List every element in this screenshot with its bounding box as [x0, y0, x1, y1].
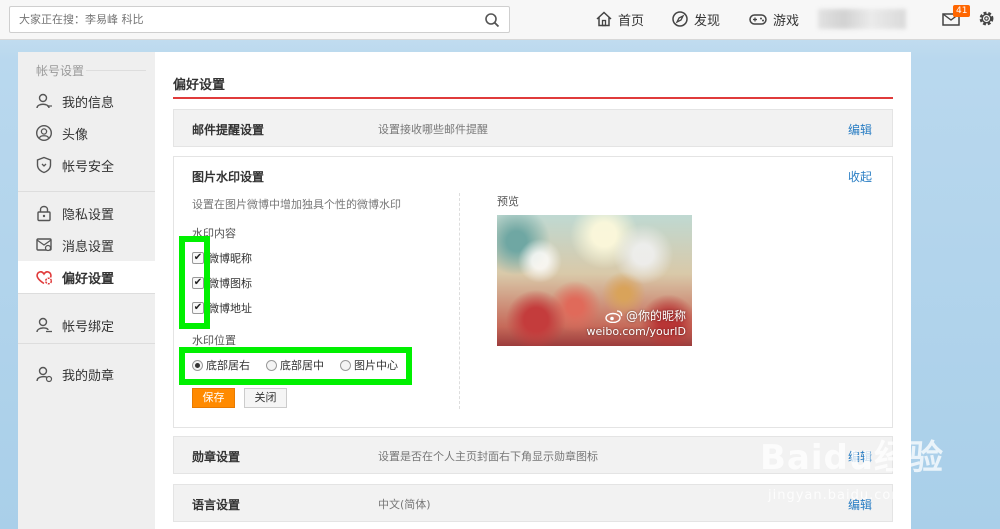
nav-home-label: 首页 [618, 13, 645, 29]
nav-game-label: 游戏 [773, 13, 800, 29]
panel-desc: 设置在图片微博中增加独具个性的微博水印 [192, 198, 401, 211]
sidebar-item-label: 帐号绑定 [62, 319, 115, 335]
sidebar-item-avatar[interactable]: 头像 [18, 117, 155, 149]
shield-icon [36, 156, 52, 174]
medal-user-icon [36, 366, 53, 383]
page-title: 偏好设置 [173, 78, 226, 93]
weibo-icon [605, 309, 623, 323]
sidebar-divider [18, 343, 155, 344]
watermark-panel: 图片水印设置 收起 设置在图片微博中增加独具个性的微博水印 水印内容 ✔ 微博昵… [173, 156, 893, 428]
sidebar-item-my-info[interactable]: 我的信息 [18, 85, 155, 117]
nav-game[interactable]: 游戏 [748, 9, 799, 29]
sidebar-title-rule [86, 70, 146, 71]
title-rule [173, 97, 893, 99]
sidebar-item-label: 我的信息 [62, 95, 115, 111]
option-label: 微博地址 [208, 302, 252, 315]
panel-title: 图片水印设置 [192, 170, 265, 184]
heart-gear-icon [36, 270, 53, 285]
user-icon [36, 93, 52, 109]
sidebar-item-security[interactable]: 帐号安全 [18, 149, 155, 181]
sidebar-divider [18, 293, 155, 294]
search-box [9, 6, 510, 33]
option-label: 微博昵称 [208, 252, 252, 265]
radio-label: 图片中心 [354, 359, 398, 372]
gamepad-icon [749, 14, 767, 25]
home-icon [596, 11, 612, 27]
save-button[interactable]: 保存 [192, 388, 235, 408]
row-desc: 设置接收哪些邮件提醒 [378, 123, 488, 136]
baidu-watermark-logo: Baidu经验 [760, 438, 945, 478]
nav-home[interactable]: 首页 [595, 9, 644, 29]
username-blurred[interactable] [818, 9, 906, 29]
sidebar-item-preferences[interactable]: 偏好设置 [18, 261, 155, 293]
sidebar-title: 帐号设置 [36, 64, 85, 78]
sidebar-item-label: 隐私设置 [62, 207, 115, 223]
gear-icon[interactable] [977, 9, 996, 28]
radio-bottom-right[interactable]: 底部居右 [192, 357, 250, 373]
sidebar-item-label: 帐号安全 [62, 159, 115, 175]
preview-name-text: @你的昵称 [625, 309, 686, 323]
compass-icon [672, 11, 688, 27]
message-icon [36, 238, 52, 252]
mail-edit-link[interactable]: 编辑 [848, 121, 872, 138]
baidu-watermark-url: jingyan.baidu.com [768, 488, 905, 503]
row-desc: 设置是否在个人主页封面右下角显示勋章图标 [378, 450, 598, 463]
row-desc: 中文(简体) [378, 498, 431, 511]
preview-image: @你的昵称 weibo.com/yourID [497, 215, 692, 346]
checkbox-address[interactable]: ✔ [192, 302, 204, 314]
option-label: 微博图标 [208, 277, 252, 290]
lock-icon [37, 205, 51, 222]
option-address[interactable]: ✔ 微博地址 [192, 300, 252, 316]
search-icon[interactable] [484, 12, 500, 28]
preview-watermark-name: @你的昵称 [605, 307, 686, 324]
content-label: 水印内容 [192, 227, 236, 240]
search-input[interactable] [10, 7, 480, 32]
panel-divider [459, 193, 460, 409]
sidebar-item-label: 消息设置 [62, 239, 115, 255]
radio-label: 底部居右 [206, 359, 250, 372]
mail-badge: 41 [953, 5, 971, 17]
radio-dot[interactable] [266, 359, 277, 371]
checkbox-nickname[interactable]: ✔ [192, 252, 204, 264]
preview-watermark-url: weibo.com/yourID [586, 325, 686, 338]
position-radio-group: 底部居右 底部居中 图片中心 [192, 357, 414, 373]
sidebar-item-binding[interactable]: 帐号绑定 [18, 309, 155, 341]
sidebar-item-medals[interactable]: 我的勋章 [18, 358, 155, 390]
option-icon[interactable]: ✔ 微博图标 [192, 275, 252, 291]
sidebar-item-messages[interactable]: 消息设置 [18, 229, 155, 261]
sidebar-item-privacy[interactable]: 隐私设置 [18, 197, 155, 229]
collapse-link[interactable]: 收起 [848, 168, 872, 185]
user-link-icon [36, 317, 52, 333]
radio-image-center[interactable]: 图片中心 [340, 357, 398, 373]
row-title: 勋章设置 [192, 450, 241, 464]
radio-label: 底部居中 [280, 359, 324, 372]
sidebar-item-label: 偏好设置 [62, 271, 115, 287]
nav-discover-label: 发现 [694, 13, 721, 29]
sidebar: 帐号设置 我的信息 头像 帐号安全 隐私设置 消息设置 偏好设置 帐号绑定 我的… [18, 52, 155, 529]
avatar-icon [35, 124, 53, 142]
radio-dot[interactable] [192, 359, 203, 371]
option-nickname[interactable]: ✔ 微博昵称 [192, 250, 252, 266]
radio-dot[interactable] [340, 359, 351, 371]
radio-bottom-center[interactable]: 底部居中 [266, 357, 324, 373]
checkbox-icon[interactable]: ✔ [192, 277, 204, 289]
sidebar-item-label: 头像 [62, 127, 89, 143]
preview-label: 预览 [497, 195, 519, 208]
top-bar: 首页 发现 游戏 41 [0, 0, 1000, 40]
row-title: 语言设置 [192, 498, 241, 512]
nav-discover[interactable]: 发现 [671, 9, 720, 29]
mail-reminder-row: 邮件提醒设置 设置接收哪些邮件提醒 编辑 [173, 109, 893, 147]
sidebar-item-label: 我的勋章 [62, 368, 115, 384]
close-button[interactable]: 关闭 [244, 388, 287, 408]
position-label: 水印位置 [192, 334, 236, 347]
sidebar-divider [18, 191, 155, 192]
row-title: 邮件提醒设置 [192, 123, 265, 137]
